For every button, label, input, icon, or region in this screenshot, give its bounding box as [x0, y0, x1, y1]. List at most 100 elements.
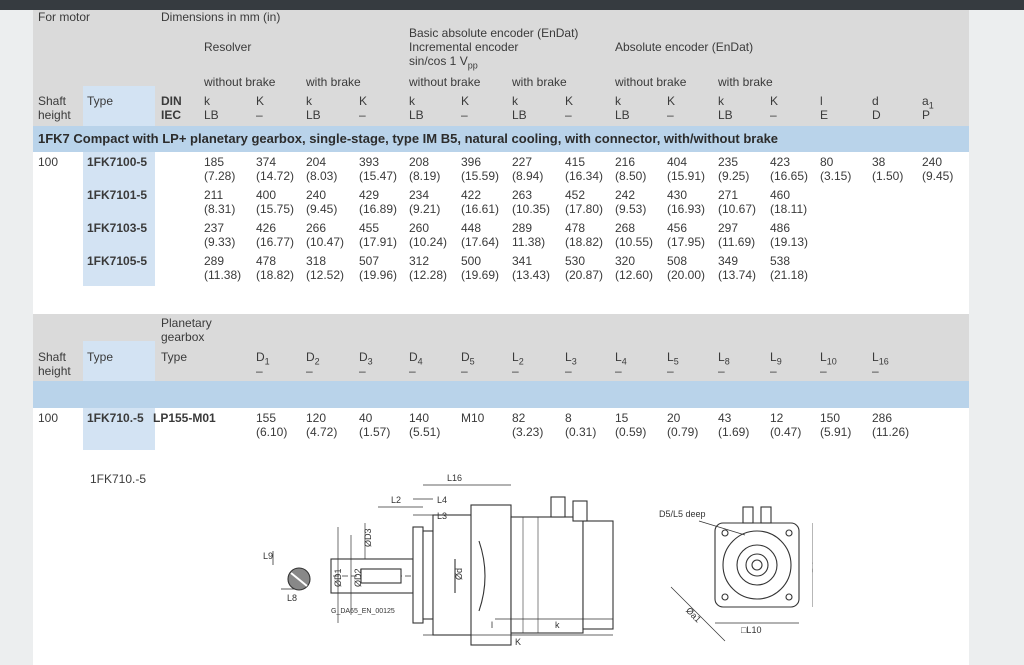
- motor-type: 1FK7103-5: [87, 221, 148, 235]
- label-L10: □L10: [741, 625, 761, 635]
- gearbox-type-label: Type: [161, 350, 188, 364]
- column-code-sub: –: [409, 364, 416, 378]
- table-cell-inch: 11.38): [512, 235, 546, 249]
- label-l: l: [491, 620, 493, 630]
- type-label: Type: [87, 94, 114, 108]
- column-code-sub: –: [256, 108, 263, 122]
- table-cell-inch: (15.91): [667, 169, 706, 183]
- label-L4: L4: [437, 495, 447, 505]
- table-cell-inch: (8.94): [512, 169, 544, 183]
- absolute-encoder-header: Absolute encoder (EnDat): [615, 40, 754, 54]
- table-cell-inch: (17.95): [667, 235, 706, 249]
- table-cell-mm: 260: [409, 221, 430, 235]
- basic-encoder-header: Basic absolute encoder (EnDat): [409, 26, 579, 40]
- table-cell-inch: (7.28): [204, 169, 236, 183]
- table-cell-inch: (15.75): [256, 202, 295, 216]
- label-L2: L2: [391, 495, 401, 505]
- label-L9: L9: [263, 551, 273, 561]
- column-code-sub: –: [461, 108, 468, 122]
- motor-type: 1FK7101-5: [87, 188, 148, 202]
- table-cell-inch: (17.80): [565, 202, 604, 216]
- table-cell-mm: 478: [565, 221, 586, 235]
- table-cell-mm: 393: [359, 155, 380, 169]
- column-code-sub: LB: [512, 108, 527, 122]
- table-cell-mm: 12: [770, 411, 784, 425]
- table-cell-mm: 208: [409, 155, 430, 169]
- table-cell-inch: (8.50): [615, 169, 647, 183]
- table-cell-mm: 422: [461, 188, 482, 202]
- table-cell-inch: (8.31): [204, 202, 236, 216]
- table-cell-inch: (21.18): [770, 268, 809, 282]
- column-code: K: [565, 94, 574, 108]
- label-K: K: [515, 637, 521, 647]
- table-cell-inch: (15.59): [461, 169, 500, 183]
- gearbox-type: LP155-M01: [153, 411, 216, 425]
- table-cell-inch: (5.51): [409, 425, 441, 439]
- column-code-sub: –: [872, 364, 879, 378]
- table-cell-inch: (13.74): [718, 268, 757, 282]
- table-cell-mm: 374: [256, 155, 277, 169]
- table-cell-inch: (15.47): [359, 169, 398, 183]
- table-cell-inch: (20.00): [667, 268, 706, 282]
- datasheet: For motor Dimensions in mm (in) Resolver…: [33, 10, 969, 665]
- table-cell-mm: 266: [306, 221, 327, 235]
- table-cell-inch: (16.89): [359, 202, 398, 216]
- label-D2: ØD2: [353, 568, 363, 587]
- column-code: k: [718, 94, 724, 108]
- column-code-sub: –: [359, 364, 366, 378]
- column-code-sub: –: [565, 364, 572, 378]
- table-cell-mm: 507: [359, 254, 380, 268]
- table-cell-mm: 216: [615, 155, 636, 169]
- table-cell-inch: (12.28): [409, 268, 448, 282]
- column-code: K: [256, 94, 265, 108]
- column-code-sub: –: [820, 364, 827, 378]
- with-brake-label: with brake: [306, 75, 361, 89]
- table-cell-mm: 297: [718, 221, 739, 235]
- table-cell-mm: 396: [461, 155, 482, 169]
- column-code-sub: LB: [306, 108, 321, 122]
- planetary-label: Planetary: [161, 316, 212, 330]
- label-a1: Øa1: [684, 605, 703, 624]
- table-cell-inch: (11.26): [872, 425, 910, 439]
- table-cell-inch: (16.65): [770, 169, 809, 183]
- label-L3: L3: [437, 511, 447, 521]
- with-brake-label: with brake: [718, 75, 773, 89]
- column-code: K: [461, 94, 470, 108]
- table-cell-inch: (9.45): [922, 169, 954, 183]
- table-cell-inch: (19.96): [359, 268, 398, 282]
- column-code: k: [306, 94, 312, 108]
- column-code-sub: –: [359, 108, 366, 122]
- iec-label: IEC: [161, 108, 182, 122]
- table-cell-inch: (16.93): [667, 202, 706, 216]
- table-cell-mm: 242: [615, 188, 636, 202]
- table-cell-mm: 240: [306, 188, 327, 202]
- column-code: k: [512, 94, 518, 108]
- dimensions-header: Dimensions in mm (in): [161, 10, 281, 24]
- table-cell-mm: 423: [770, 155, 791, 169]
- column-code-sub: –: [718, 364, 725, 378]
- height-label: height: [38, 364, 71, 378]
- table-cell-inch: (10.55): [615, 235, 654, 249]
- table-cell-inch: (11.38): [204, 268, 242, 282]
- table-cell-mm: 318: [306, 254, 327, 268]
- column-code-sub: LB: [204, 108, 219, 122]
- table-cell-mm: 349: [718, 254, 739, 268]
- column-code: d: [872, 94, 879, 108]
- table-cell-mm: 500: [461, 254, 482, 268]
- table-cell-mm: 15: [615, 411, 629, 425]
- dimension-drawing: L16 L2 L4 L3 L9 L8 ØD1 ØD2 ØD3 Ød l k K …: [263, 473, 813, 647]
- label-L16: L16: [447, 473, 462, 483]
- column-code: k: [615, 94, 621, 108]
- table-cell-inch: (0.31): [565, 425, 597, 439]
- label-L8: L8: [287, 593, 297, 603]
- column-code: K: [359, 94, 368, 108]
- column-code-sub: –: [615, 364, 622, 378]
- shaft-label: Shaft: [38, 94, 67, 108]
- table-cell-mm: 211: [204, 188, 224, 202]
- drawing-caption: 1FK710.-5: [90, 472, 147, 486]
- table-cell-mm: 400: [256, 188, 277, 202]
- motor-type: 1FK7105-5: [87, 254, 148, 268]
- table-cell-mm: 289: [512, 221, 533, 235]
- table1-title: 1FK7 Compact with LP+ planetary gearbox,…: [38, 131, 779, 146]
- table-cell-inch: (10.67): [718, 202, 757, 216]
